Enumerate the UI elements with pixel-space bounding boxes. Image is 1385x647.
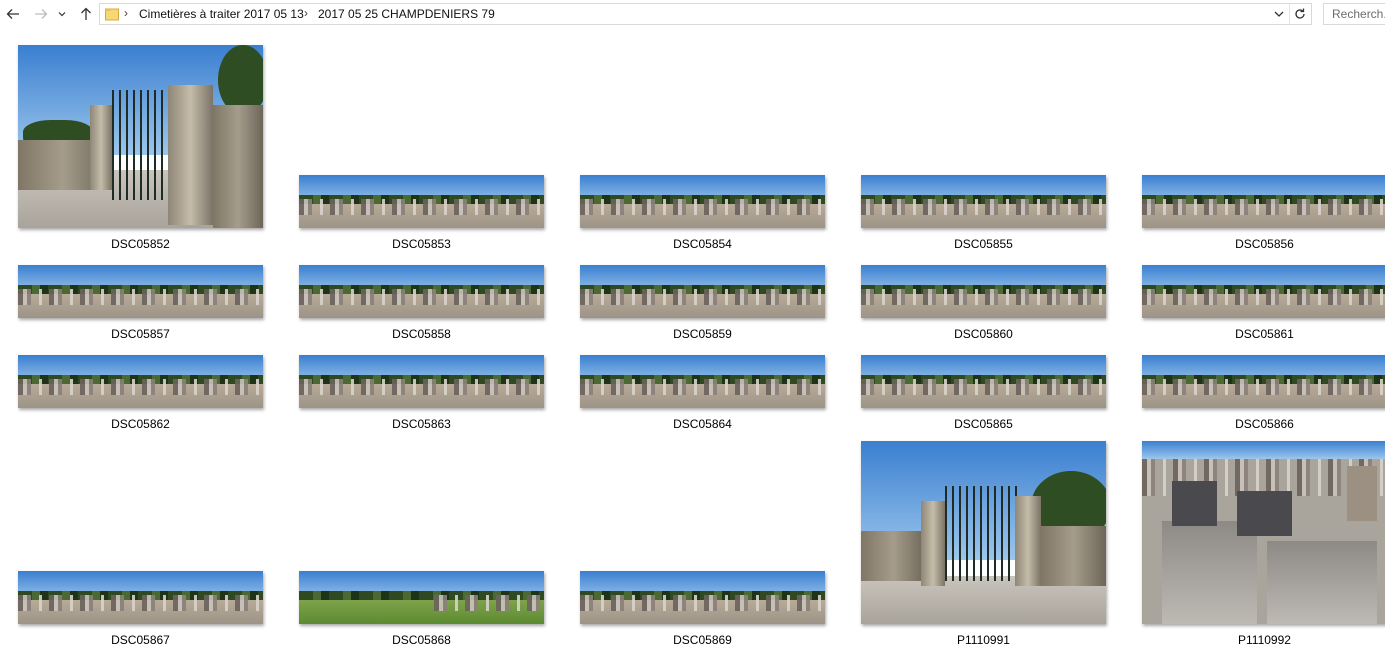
file-name: P1110992: [1238, 633, 1291, 647]
thumbnail-panorama: [580, 265, 825, 318]
thumbnail-panorama: [580, 571, 825, 624]
search-input[interactable]: Recherch.: [1323, 3, 1385, 25]
arrow-right-icon: [34, 7, 48, 21]
up-button[interactable]: [76, 4, 96, 24]
forward-button[interactable]: [31, 4, 51, 24]
breadcrumb-separator: ›: [304, 6, 308, 20]
thumbnail-gate: [18, 45, 263, 228]
file-name: DSC05863: [392, 417, 451, 431]
file-name: DSC05869: [673, 633, 732, 647]
file-name: DSC05854: [673, 237, 732, 251]
file-name: DSC05864: [673, 417, 732, 431]
thumbnail-panorama: [1142, 355, 1385, 408]
recent-locations-button[interactable]: [55, 4, 69, 24]
explorer-toolbar: › Cimetières à traiter 2017 05 13 › 2017…: [0, 0, 1385, 30]
breadcrumb-champdeniers[interactable]: 2017 05 25 CHAMPDENIERS 79: [318, 7, 495, 21]
thumbnail-gate: [861, 441, 1106, 624]
breadcrumb-separator: ›: [124, 6, 128, 20]
thumbnail-panorama: [861, 355, 1106, 408]
back-button[interactable]: [3, 4, 23, 24]
file-name: DSC05855: [954, 237, 1013, 251]
refresh-button[interactable]: [1292, 6, 1308, 22]
arrow-left-icon: [6, 7, 20, 21]
thumbnail-panorama: [580, 175, 825, 228]
file-name: DSC05860: [954, 327, 1013, 341]
thumbnail-panorama: [18, 571, 263, 624]
file-name: P1110991: [957, 633, 1010, 647]
thumbnail-panorama: [1142, 175, 1385, 228]
file-name: DSC05856: [1235, 237, 1294, 251]
thumbnail-panorama: [18, 265, 263, 318]
breadcrumb-cimetieres[interactable]: Cimetières à traiter 2017 05 13: [139, 7, 304, 21]
file-name: DSC05865: [954, 417, 1013, 431]
thumbnail-graves: [1142, 441, 1385, 624]
file-name: DSC05857: [111, 327, 170, 341]
file-name: DSC05853: [392, 237, 451, 251]
thumbnail-panorama: [1142, 265, 1385, 318]
thumbnail-panorama: [299, 265, 544, 318]
file-name: DSC05862: [111, 417, 170, 431]
file-grid: DSC05852 DSC05853 DSC05854 DSC05855 DSC0…: [0, 30, 1385, 647]
thumbnail-panorama: [580, 355, 825, 408]
file-name: DSC05861: [1235, 327, 1294, 341]
chevron-down-icon: [57, 9, 67, 19]
search-placeholder: Recherch.: [1332, 7, 1385, 21]
file-name: DSC05867: [111, 633, 170, 647]
thumbnail-panorama: [18, 355, 263, 408]
thumbnail-panorama: [299, 175, 544, 228]
thumbnail-panorama: [861, 175, 1106, 228]
address-divider: [1289, 4, 1290, 24]
file-name: DSC05859: [673, 327, 732, 341]
arrow-up-icon: [79, 7, 93, 21]
refresh-icon: [1295, 8, 1305, 19]
file-name: DSC05866: [1235, 417, 1294, 431]
file-name: DSC05858: [392, 327, 451, 341]
thumbnail-panorama-grass: [299, 571, 544, 624]
address-history-dropdown[interactable]: [1272, 7, 1286, 21]
file-name: DSC05868: [392, 633, 451, 647]
folder-icon: [105, 7, 119, 21]
thumbnail-panorama: [299, 355, 544, 408]
address-bar[interactable]: › Cimetières à traiter 2017 05 13 › 2017…: [99, 3, 1312, 25]
thumbnail-panorama: [861, 265, 1106, 318]
file-name: DSC05852: [111, 237, 170, 251]
